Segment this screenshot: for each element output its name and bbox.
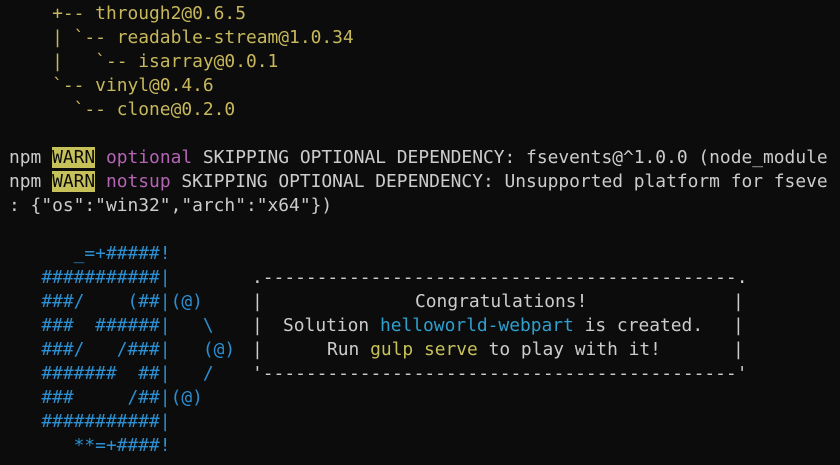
warning-tag: optional <box>105 147 193 168</box>
congratulations-text: Congratulations! <box>415 291 588 312</box>
gulp-serve-command: gulp serve <box>370 339 478 360</box>
run-label: Run <box>327 339 371 360</box>
box-left-border: | <box>252 339 263 360</box>
warning-message: SKIPPING OPTIONAL DEPENDENCY: Unsupporte… <box>170 171 828 192</box>
platform-line: : {"os":"win32","arch":"x64"}) <box>9 195 333 216</box>
logo-line: ### ######| \ <box>9 315 214 336</box>
warning-message: SKIPPING OPTIONAL DEPENDENCY: fsevents@^… <box>192 147 828 168</box>
tree-line: | `-- readable-stream@1.0.34 <box>9 27 354 48</box>
box-right-border: | <box>733 291 744 312</box>
run-command-line: Run gulp serve to play with it! <box>327 338 661 362</box>
warn-badge: WARN <box>52 171 96 192</box>
created-text: is created. <box>573 315 704 336</box>
warning-tag: notsup <box>105 171 171 192</box>
logo-line: ###########| <box>9 411 171 432</box>
tree-line: `-- clone@0.2.0 <box>9 99 236 120</box>
npm-warning-line: npm WARN notsup SKIPPING OPTIONAL DEPEND… <box>9 170 828 194</box>
logo-line: _=+#####! <box>9 243 171 264</box>
tree-line: +-- through2@0.6.5 <box>9 3 246 24</box>
tree-line: | `-- isarray@0.0.1 <box>9 51 279 72</box>
logo-line: ###########| <box>9 267 171 288</box>
solution-label: Solution <box>283 315 380 336</box>
logo-line: ####### ##| / <box>9 363 214 384</box>
box-right-border: | <box>733 315 744 336</box>
solution-created-line: Solution helloworld-webpart is created. <box>283 314 703 338</box>
box-left-border: | <box>252 315 263 336</box>
play-text: to play with it! <box>477 339 661 360</box>
solution-name: helloworld-webpart <box>379 315 574 336</box>
tree-line: `-- vinyl@0.4.6 <box>9 75 214 96</box>
warn-badge: WARN <box>52 147 96 168</box>
box-left-border: | <box>252 291 263 312</box>
npm-warning-line: npm WARN optional SKIPPING OPTIONAL DEPE… <box>9 146 828 170</box>
logo-line: ###/ /###| (@) <box>9 339 236 360</box>
logo-line: **=+####! <box>9 435 171 456</box>
box-bottom-border: '---------------------------------------… <box>252 363 748 384</box>
box-right-border: | <box>733 339 744 360</box>
terminal-window[interactable]: +-- through2@0.6.5 | `-- readable-stream… <box>0 0 840 465</box>
npm-prefix: npm <box>9 171 53 192</box>
logo-line: ### /##|(@) <box>9 387 203 408</box>
logo-line: ###/ (##|(@) <box>9 291 203 312</box>
box-top-border: .---------------------------------------… <box>252 267 748 288</box>
npm-prefix: npm <box>9 147 53 168</box>
